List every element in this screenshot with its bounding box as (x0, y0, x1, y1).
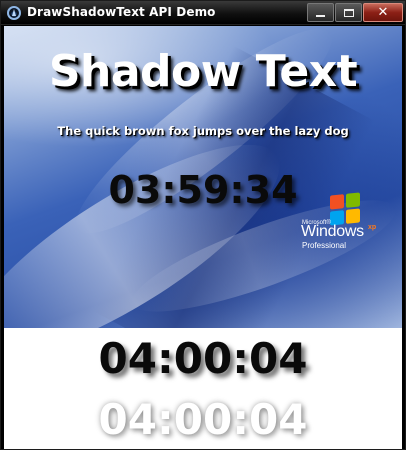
app-icon[interactable] (7, 6, 21, 20)
flag-green-pane (346, 192, 360, 208)
ghost-clock: 04:00:04 (98, 395, 308, 444)
client-area: Shadow Text The quick brown fox jumps ov… (4, 26, 402, 449)
maximize-icon (343, 8, 354, 17)
minimize-button[interactable] (307, 3, 334, 22)
window-title: DrawShadowText API Demo (27, 5, 216, 19)
wallpaper-image: Shadow Text The quick brown fox jumps ov… (4, 26, 402, 328)
logo-windows-text: Windows (301, 223, 364, 240)
logo-edition-text: Professional (302, 241, 347, 250)
windows-flag-icon (330, 192, 360, 226)
flag-red-pane (330, 194, 344, 210)
title-bar[interactable]: DrawShadowText API Demo ✕ (1, 1, 405, 25)
shadow-text-headline: Shadow Text (48, 46, 358, 97)
minimize-icon (316, 14, 325, 17)
maximize-button[interactable] (335, 3, 362, 22)
app-window: DrawShadowText API Demo ✕ Shadow Text Th… (0, 0, 406, 450)
flag-yellow-pane (346, 208, 360, 224)
close-icon: ✕ (377, 5, 389, 20)
shadow-text-subtitle: The quick brown fox jumps over the lazy … (57, 124, 349, 138)
logo-xp-text: xp (368, 224, 377, 231)
close-button[interactable]: ✕ (363, 3, 403, 22)
windows-xp-logo: Microsoft® Windows xp Professional (298, 192, 390, 254)
shadow-clock: 04:00:04 (98, 334, 308, 383)
